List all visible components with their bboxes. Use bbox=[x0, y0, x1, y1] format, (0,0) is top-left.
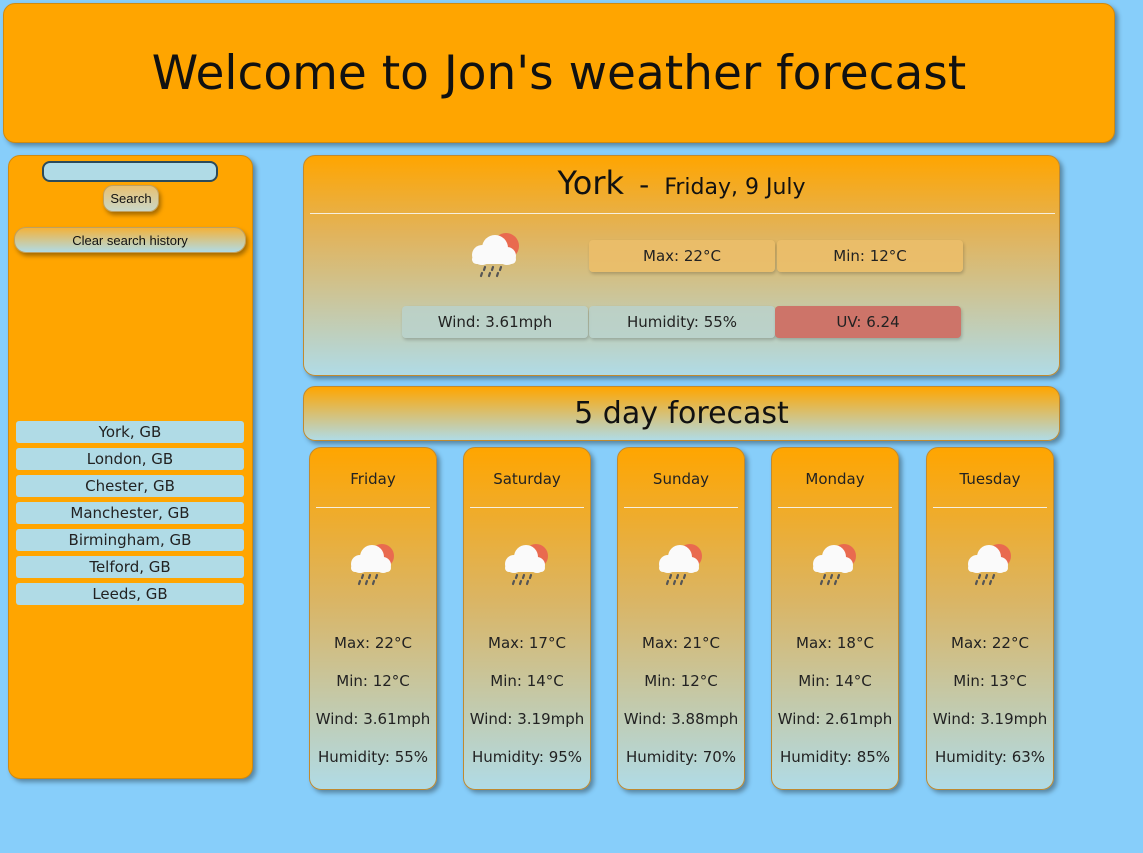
forecast-humidity: Humidity: 95% bbox=[471, 748, 583, 766]
uv-index-badge: UV: 6.24 bbox=[775, 306, 961, 338]
current-weather-card: York - Friday, 9 July Max: 22°C Min: 12°… bbox=[303, 155, 1060, 376]
forecast-max-temp: Max: 21°C bbox=[642, 634, 720, 652]
forecast-min-temp: Min: 14°C bbox=[798, 672, 872, 690]
search-button[interactable]: Search bbox=[103, 185, 159, 212]
divider bbox=[470, 507, 584, 508]
cloud-rain-sun-icon bbox=[472, 233, 519, 278]
forecast-wind: Wind: 3.19mph bbox=[469, 710, 585, 728]
forecast-day-card: Friday Max: 22°C Min: 12°C Wind: 3.61mph Hum… bbox=[309, 447, 437, 790]
forecast-max-temp: Max: 17°C bbox=[488, 634, 566, 652]
forecast-day-name: Saturday bbox=[493, 470, 561, 488]
clear-history-button[interactable]: Clear search history bbox=[14, 227, 246, 253]
cloud-rain-sun-icon bbox=[813, 544, 856, 586]
title-separator: - bbox=[639, 168, 650, 201]
forecast-humidity: Humidity: 55% bbox=[317, 748, 429, 766]
forecast-wind: Wind: 3.61mph bbox=[315, 710, 431, 728]
page-title: Welcome to Jon's weather forecast bbox=[151, 45, 967, 101]
forecast-min-temp: Min: 13°C bbox=[953, 672, 1027, 690]
forecast-wind: Wind: 3.88mph bbox=[623, 710, 739, 728]
history-item[interactable]: Chester, GB bbox=[16, 475, 244, 497]
forecast-humidity: Humidity: 85% bbox=[779, 748, 891, 766]
current-city: York bbox=[557, 164, 625, 202]
forecast-day-card: Saturday Max: 17°C Min: 14°C Wind: 3.19mph H… bbox=[463, 447, 591, 790]
forecast-max-temp: Max: 22°C bbox=[334, 634, 412, 652]
current-humidity: Humidity: 55% bbox=[589, 306, 775, 338]
history-item[interactable]: Birmingham, GB bbox=[16, 529, 244, 551]
sidebar: Search Clear search history York, GB Lon… bbox=[8, 155, 253, 779]
history-item[interactable]: Manchester, GB bbox=[16, 502, 244, 524]
forecast-wind: Wind: 3.19mph bbox=[932, 710, 1048, 728]
cloud-rain-sun-icon bbox=[968, 544, 1011, 586]
current-title: York - Friday, 9 July bbox=[304, 164, 1059, 202]
forecast-day-card: Sunday Max: 21°C Min: 12°C Wind: 3.88mph Hum… bbox=[617, 447, 745, 790]
cloud-rain-sun-icon bbox=[659, 544, 702, 586]
forecast-humidity: Humidity: 70% bbox=[625, 748, 737, 766]
forecast-min-temp: Min: 14°C bbox=[490, 672, 564, 690]
current-wind: Wind: 3.61mph bbox=[402, 306, 588, 338]
history-item[interactable]: Leeds, GB bbox=[16, 583, 244, 605]
current-max-temp: Max: 22°C bbox=[589, 240, 775, 272]
forecast-min-temp: Min: 12°C bbox=[644, 672, 718, 690]
search-input[interactable] bbox=[42, 161, 218, 182]
forecast-min-temp: Min: 12°C bbox=[336, 672, 410, 690]
forecast-day-name: Friday bbox=[350, 470, 396, 488]
forecast-day-name: Monday bbox=[805, 470, 865, 488]
history-item[interactable]: Telford, GB bbox=[16, 556, 244, 578]
page-header: Welcome to Jon's weather forecast bbox=[3, 3, 1115, 143]
divider bbox=[624, 507, 738, 508]
cloud-rain-sun-icon bbox=[505, 544, 548, 586]
forecast-heading: 5 day forecast bbox=[303, 386, 1060, 441]
divider bbox=[778, 507, 892, 508]
history-item[interactable]: York, GB bbox=[16, 421, 244, 443]
divider bbox=[933, 507, 1047, 508]
forecast-day-card: Monday Max: 18°C Min: 14°C Wind: 2.61mph Hum… bbox=[771, 447, 899, 790]
divider bbox=[316, 507, 430, 508]
history-item[interactable]: London, GB bbox=[16, 448, 244, 470]
forecast-wind: Wind: 2.61mph bbox=[777, 710, 893, 728]
forecast-max-temp: Max: 18°C bbox=[796, 634, 874, 652]
forecast-day-name: Sunday bbox=[652, 470, 710, 488]
current-min-temp: Min: 12°C bbox=[777, 240, 963, 272]
forecast-humidity: Humidity: 63% bbox=[934, 748, 1046, 766]
current-date: Friday, 9 July bbox=[664, 175, 806, 200]
forecast-day-card: Tuesday Max: 22°C Min: 13°C Wind: 3.19mph Hu… bbox=[926, 447, 1054, 790]
forecast-day-name: Tuesday bbox=[959, 470, 1021, 488]
divider bbox=[310, 213, 1055, 214]
search-history-list: York, GB London, GB Chester, GB Manchest… bbox=[16, 421, 244, 610]
cloud-rain-sun-icon bbox=[351, 544, 394, 586]
forecast-max-temp: Max: 22°C bbox=[951, 634, 1029, 652]
